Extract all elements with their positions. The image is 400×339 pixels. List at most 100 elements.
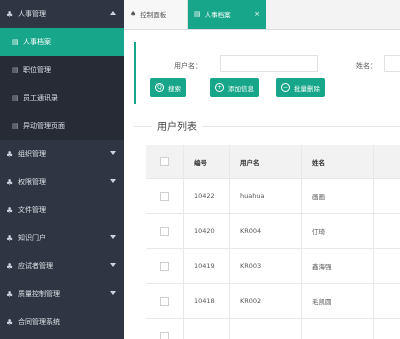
chevron-down-icon	[110, 179, 116, 183]
sidebar-group-organization[interactable]: ♣ 组织管理	[0, 140, 124, 168]
cell-id	[184, 319, 230, 339]
column-header-id[interactable]: 编号	[184, 145, 230, 178]
people-icon: ♣	[6, 233, 14, 243]
sidebar-group-label: 权限管理	[18, 178, 46, 186]
column-header-username[interactable]: 用户名	[230, 145, 302, 178]
name-input[interactable]	[384, 55, 400, 72]
row-select-cell	[146, 179, 184, 213]
row-select-cell	[146, 319, 184, 339]
dashboard-icon: ♠	[130, 10, 137, 18]
add-info-button[interactable]: + 添加信息	[210, 78, 259, 97]
tab-label: 人事档案	[204, 11, 231, 19]
sidebar-group-label: 应试者管理	[18, 262, 53, 270]
file-icon: ▤	[12, 66, 19, 74]
sidebar-group-contracts[interactable]: ♣ 合同管理系统	[0, 308, 124, 336]
cell-username: huahua	[230, 179, 302, 213]
people-icon: ♣	[6, 205, 14, 215]
cell-id: 10419	[184, 249, 230, 283]
cell-id: 10422	[184, 179, 230, 213]
people-icon: ♣	[6, 261, 14, 271]
cell-extra	[374, 214, 400, 248]
people-icon: ♣	[6, 289, 14, 299]
sidebar-group-knowledge[interactable]: ♣ 知识门户	[0, 224, 124, 252]
file-icon: ▤	[194, 10, 201, 18]
file-icon: ▤	[12, 94, 19, 102]
search-button[interactable]: Q 搜索	[150, 78, 186, 97]
sidebar-group-files[interactable]: ♣ 文件管理	[0, 196, 124, 224]
sidebar-item-transfer[interactable]: ▤ 异动管理页面	[0, 112, 124, 140]
row-select-cell	[146, 249, 184, 283]
button-label: 添加信息	[228, 84, 254, 93]
row-checkbox[interactable]	[160, 331, 169, 339]
tab-dashboard[interactable]: ♠ 控制面板	[124, 0, 188, 29]
sidebar-group-label: 质量控制管理	[18, 290, 60, 298]
cell-username: KR003	[230, 249, 302, 283]
table-header-row: 编号 用户名 姓名	[146, 145, 400, 179]
column-header-extra	[374, 145, 400, 178]
search-icon: Q	[155, 83, 164, 92]
sidebar-group-candidates[interactable]: ♣ 应试者管理	[0, 252, 124, 280]
sidebar-item-label: 人事档案	[23, 38, 51, 46]
chevron-down-icon	[110, 235, 116, 239]
cell-extra	[374, 179, 400, 213]
username-input[interactable]	[220, 55, 318, 72]
sidebar-group-label: 文件管理	[18, 206, 46, 214]
cell-name: 仃琦	[302, 214, 374, 248]
column-header-name[interactable]: 姓名	[302, 145, 374, 178]
chevron-down-icon	[110, 263, 116, 267]
tab-personnel-file[interactable]: ▤ 人事档案 ×	[188, 0, 266, 29]
sidebar-item-directory[interactable]: ▤ 员工通讯录	[0, 84, 124, 112]
select-all-cell	[146, 145, 184, 178]
people-icon: ♣	[6, 9, 14, 19]
cell-name: 画画	[302, 179, 374, 213]
table-row-partial[interactable]	[146, 319, 400, 339]
sidebar-group-quality[interactable]: ♣ 质量控制管理	[0, 280, 124, 308]
cell-id: 10420	[184, 214, 230, 248]
sidebar-group-label: 人事管理	[18, 10, 46, 18]
batch-delete-button[interactable]: − 批量删除	[276, 78, 325, 97]
search-panel: 用户名： 姓名： Q 搜索 + 添加信息 − 批量删除	[134, 42, 400, 104]
sidebar-item-label: 员工通讯录	[23, 94, 58, 102]
button-label: 批量删除	[294, 84, 320, 93]
cell-name: 鑫海强	[302, 249, 374, 283]
row-select-cell	[146, 214, 184, 248]
row-checkbox[interactable]	[160, 226, 169, 236]
tab-bar: ♠ 控制面板 ▤ 人事档案 ×	[124, 0, 400, 30]
plus-icon: +	[215, 83, 224, 92]
button-label: 搜索	[168, 84, 181, 93]
file-icon: ▤	[12, 122, 19, 130]
row-checkbox[interactable]	[160, 261, 169, 271]
username-label: 用户名：	[174, 62, 202, 70]
minus-icon: −	[281, 83, 290, 92]
sidebar-item-personnel-file[interactable]: ▤ 人事档案	[0, 28, 124, 56]
row-checkbox[interactable]	[160, 191, 169, 201]
select-all-checkbox[interactable]	[160, 157, 169, 166]
chevron-down-icon	[110, 151, 116, 155]
cell-name	[302, 319, 374, 339]
table-row[interactable]: 10422 huahua 画画	[146, 179, 400, 214]
tab-label: 控制面板	[140, 11, 167, 19]
sidebar-group-label: 组织管理	[18, 150, 46, 158]
cell-id: 10418	[184, 284, 230, 318]
sidebar-group-personnel[interactable]: ♣ 人事管理	[0, 0, 124, 28]
table-row[interactable]: 10418 KR002 毛凯圆	[146, 284, 400, 319]
close-icon[interactable]: ×	[254, 10, 260, 18]
people-icon: ♣	[6, 149, 14, 159]
sidebar: ♣ 人事管理 ▤ 人事档案 ▤ 职位管理 ▤ 员工通讯录 ▤ 异动管理页面 ♣ …	[0, 0, 124, 339]
sidebar-group-permission[interactable]: ♣ 权限管理	[0, 168, 124, 196]
people-icon: ♣	[6, 317, 14, 327]
cell-extra	[374, 319, 400, 339]
chevron-up-icon	[110, 11, 116, 15]
cell-username: KR004	[230, 214, 302, 248]
sidebar-item-position[interactable]: ▤ 职位管理	[0, 56, 124, 84]
cell-name: 毛凯圆	[302, 284, 374, 318]
table-row[interactable]: 10419 KR003 鑫海强	[146, 249, 400, 284]
row-checkbox[interactable]	[160, 296, 169, 306]
user-table: 编号 用户名 姓名 10422 huahua 画画 10420 KR004 仃琦…	[146, 145, 400, 339]
chevron-down-icon	[110, 291, 116, 295]
list-title: 用户列表	[152, 118, 202, 133]
name-label: 姓名：	[356, 62, 377, 70]
table-row[interactable]: 10420 KR004 仃琦	[146, 214, 400, 249]
cell-extra	[374, 249, 400, 283]
cell-extra	[374, 284, 400, 318]
